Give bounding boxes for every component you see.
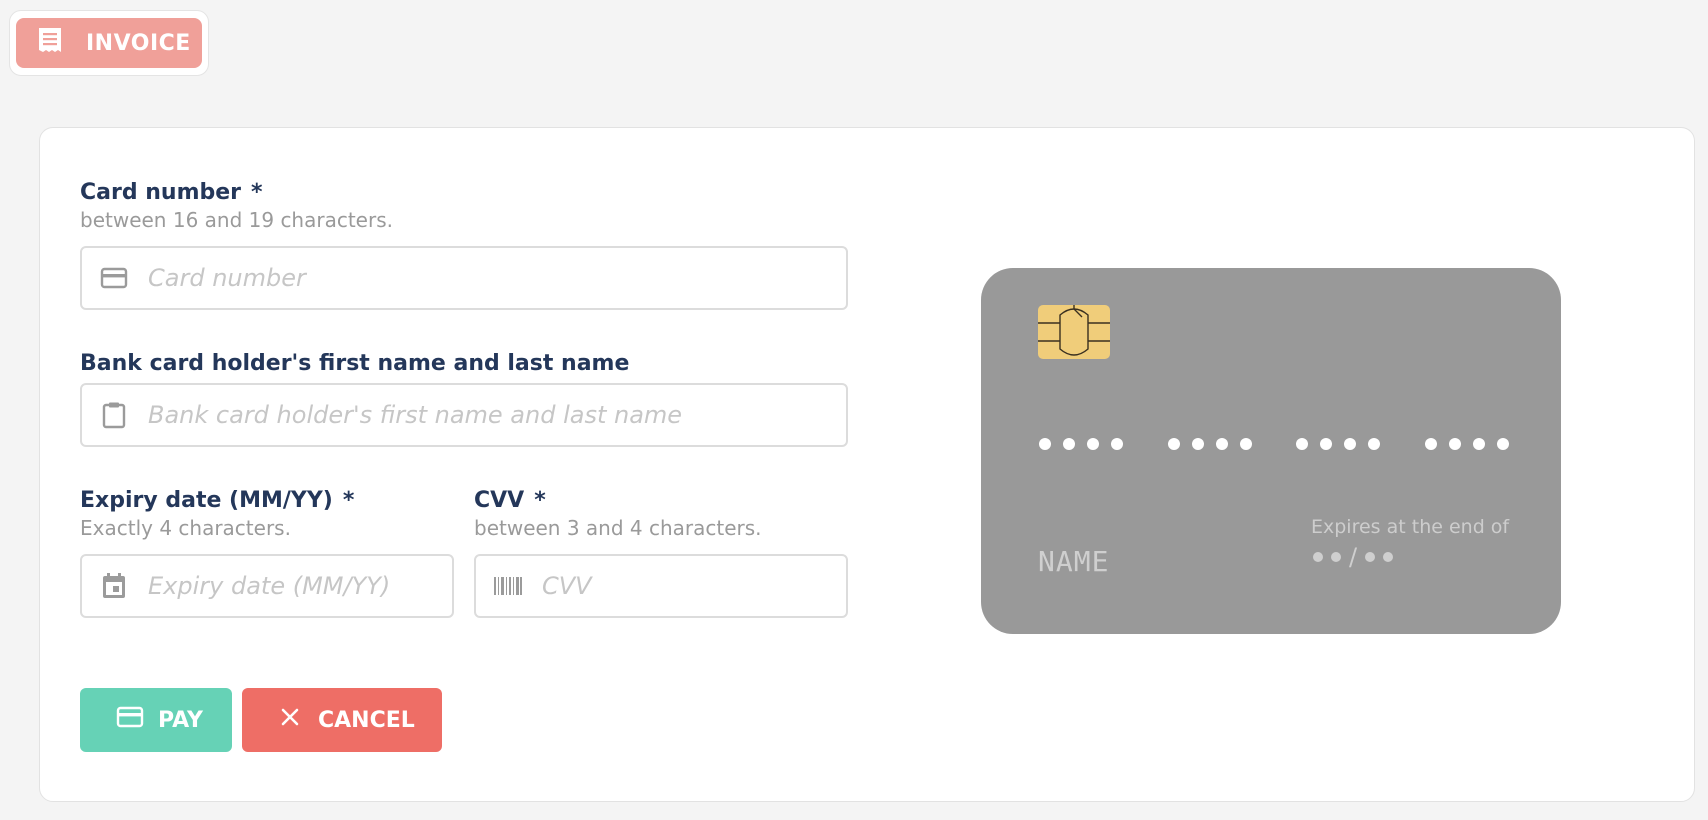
required-marker: * (251, 180, 263, 205)
digit-group (1296, 438, 1381, 450)
invoice-button[interactable]: INVOICE (16, 18, 202, 68)
cvv-label-text: CVV (474, 488, 525, 513)
expiry-input[interactable]: Expiry date (MM/YY) (80, 554, 454, 618)
card-holder-name: NAME (1038, 545, 1110, 578)
cvv-placeholder: CVV (542, 572, 592, 600)
expires-label: Expires at the end of (1311, 516, 1510, 538)
credit-card-icon (98, 262, 130, 294)
cancel-button[interactable]: CANCEL (242, 688, 442, 752)
card-preview: NAME Expires at the end of / (981, 268, 1561, 634)
holder-label: Bank card holder's first name and last n… (80, 351, 630, 376)
expiry-hint: Exactly 4 characters. (80, 516, 291, 540)
required-marker: * (534, 488, 546, 513)
card-number-input[interactable]: Card number (80, 246, 848, 310)
invoice-container: INVOICE (9, 10, 209, 76)
payment-panel: Card number * between 16 and 19 character… (39, 127, 1695, 802)
invoice-label: INVOICE (86, 30, 191, 56)
clipboard-icon (98, 399, 130, 431)
digit-group (1424, 438, 1509, 450)
expiry-separator: / (1349, 543, 1358, 571)
required-marker: * (342, 488, 355, 513)
card-number-label: Card number * (80, 180, 263, 205)
pay-label: PAY (158, 707, 203, 733)
calendar-icon (98, 570, 130, 602)
card-number-placeholder: Card number (148, 264, 306, 292)
cvv-hint: between 3 and 4 characters. (474, 516, 762, 540)
card-number-hint: between 16 and 19 characters. (80, 208, 393, 232)
digit-group (1039, 438, 1123, 450)
receipt-icon (38, 27, 62, 59)
close-icon (280, 707, 300, 733)
card-number-label-text: Card number (80, 180, 242, 205)
holder-name-input[interactable]: Bank card holder's first name and last n… (80, 383, 848, 447)
digit-group (1167, 438, 1252, 450)
expiry-label: Expiry date (MM/YY) * (80, 488, 354, 513)
cvv-input[interactable]: CVV (474, 554, 848, 618)
expiry-placeholder: Expiry date (MM/YY) (148, 572, 391, 600)
expiry-label-text: Expiry date (MM/YY) (80, 488, 333, 513)
expiry-mask: / (1313, 543, 1394, 571)
cancel-label: CANCEL (318, 707, 415, 733)
cvv-label: CVV * (474, 488, 546, 513)
holder-name-placeholder: Bank card holder's first name and last n… (148, 401, 683, 429)
barcode-icon (492, 570, 524, 602)
credit-card-icon (116, 706, 144, 734)
card-number-mask (1039, 438, 1509, 450)
pay-button[interactable]: PAY (80, 688, 232, 752)
chip-icon (1038, 305, 1110, 359)
